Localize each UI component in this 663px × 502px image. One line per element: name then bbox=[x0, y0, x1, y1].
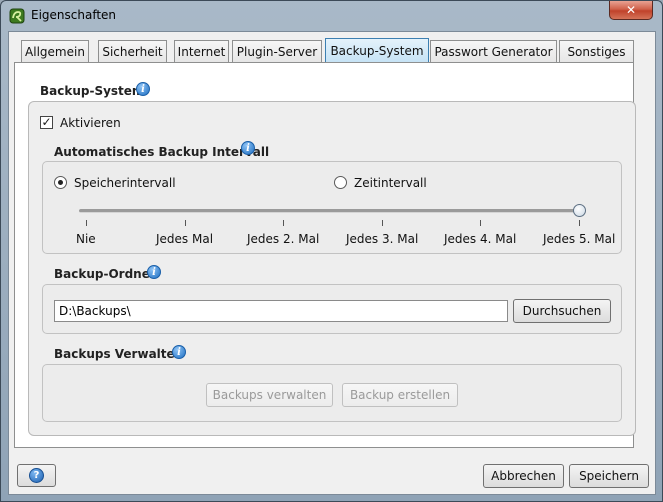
section-title-backup-system: Backup-System bbox=[40, 84, 145, 98]
window-title: Eigenschaften bbox=[31, 8, 117, 22]
info-icon[interactable]: i bbox=[147, 265, 161, 279]
title-bar[interactable]: Eigenschaften ✕ bbox=[1, 1, 662, 31]
tab-label: Plugin-Server bbox=[236, 44, 318, 59]
info-icon[interactable]: i bbox=[172, 345, 186, 359]
interval-group bbox=[42, 161, 622, 254]
cancel-button[interactable]: Abbrechen bbox=[483, 464, 564, 488]
backup-folder-input[interactable]: D:\Backups\ bbox=[54, 300, 508, 322]
manage-backups-label: Backups verwalten bbox=[212, 388, 327, 402]
info-icon[interactable]: i bbox=[136, 82, 150, 96]
browse-button[interactable]: Durchsuchen bbox=[513, 299, 611, 323]
slider-tick bbox=[185, 220, 186, 226]
activate-checkbox[interactable]: ✓ bbox=[40, 116, 53, 129]
activate-label[interactable]: Aktivieren bbox=[60, 116, 121, 130]
tab-allgemein[interactable]: Allgemein bbox=[21, 40, 89, 62]
section-title-interval: Automatisches Backup Intervall bbox=[54, 145, 270, 159]
create-backup-label: Backup erstellen bbox=[349, 388, 451, 402]
tab-label: Allgemein bbox=[25, 44, 85, 59]
tab-label: Backup-System bbox=[330, 44, 424, 58]
interval-slider-thumb[interactable] bbox=[573, 204, 586, 217]
slider-tick-label[interactable]: Jedes 2. Mal bbox=[247, 232, 319, 246]
save-button-label: Speichern bbox=[579, 469, 639, 483]
interval-slider-track[interactable] bbox=[79, 209, 581, 213]
slider-tick bbox=[283, 220, 284, 226]
slider-tick bbox=[579, 220, 580, 226]
tab-sicherheit[interactable]: Sicherheit bbox=[98, 40, 167, 62]
help-button[interactable]: ? bbox=[17, 464, 56, 487]
slider-tick-label[interactable]: Jedes 5. Mal bbox=[543, 232, 615, 246]
tab-sonstiges[interactable]: Sonstiges bbox=[559, 40, 634, 62]
tab-label: Sicherheit bbox=[102, 44, 163, 59]
help-icon: ? bbox=[29, 468, 44, 483]
slider-tick-label[interactable]: Jedes Mal bbox=[156, 232, 213, 246]
close-icon: ✕ bbox=[625, 3, 637, 17]
slider-tick bbox=[86, 220, 87, 226]
browse-button-label: Durchsuchen bbox=[522, 304, 602, 318]
create-backup-button[interactable]: Backup erstellen bbox=[342, 383, 458, 407]
slider-tick-label[interactable]: Jedes 4. Mal bbox=[444, 232, 516, 246]
close-button[interactable]: ✕ bbox=[609, 1, 653, 20]
tab-label: Passwort Generator bbox=[434, 44, 553, 59]
slider-tick bbox=[480, 220, 481, 226]
cancel-button-label: Abbrechen bbox=[491, 469, 556, 483]
tab-label: Sonstiges bbox=[567, 44, 626, 59]
slider-tick-label[interactable]: Jedes 3. Mal bbox=[346, 232, 418, 246]
tab-bar: Allgemein Sicherheit Internet Plugin-Ser… bbox=[14, 38, 634, 63]
app-icon bbox=[9, 8, 25, 24]
radio-time-interval[interactable] bbox=[334, 176, 347, 189]
section-title-manage-backups: Backups Verwalten bbox=[54, 347, 184, 361]
save-button[interactable]: Speichern bbox=[569, 464, 649, 488]
tab-internet[interactable]: Internet bbox=[174, 40, 229, 62]
radio-storage-interval-label[interactable]: Speicherintervall bbox=[74, 176, 176, 190]
tab-plugin-server[interactable]: Plugin-Server bbox=[232, 40, 322, 62]
tab-backup-system[interactable]: Backup-System bbox=[325, 38, 429, 63]
radio-storage-interval[interactable] bbox=[54, 176, 67, 189]
manage-backups-button[interactable]: Backups verwalten bbox=[206, 383, 333, 407]
section-title-backup-folder: Backup-Ordner bbox=[54, 267, 156, 281]
slider-tick bbox=[382, 220, 383, 226]
properties-window: Eigenschaften ✕ Allgemein Sicherheit Int… bbox=[0, 0, 663, 502]
info-icon[interactable]: i bbox=[241, 141, 255, 155]
radio-time-interval-label[interactable]: Zeitintervall bbox=[354, 176, 427, 190]
tab-passwort-generator[interactable]: Passwort Generator bbox=[430, 40, 557, 62]
tab-label: Internet bbox=[177, 44, 226, 59]
slider-tick-label[interactable]: Nie bbox=[76, 232, 96, 246]
